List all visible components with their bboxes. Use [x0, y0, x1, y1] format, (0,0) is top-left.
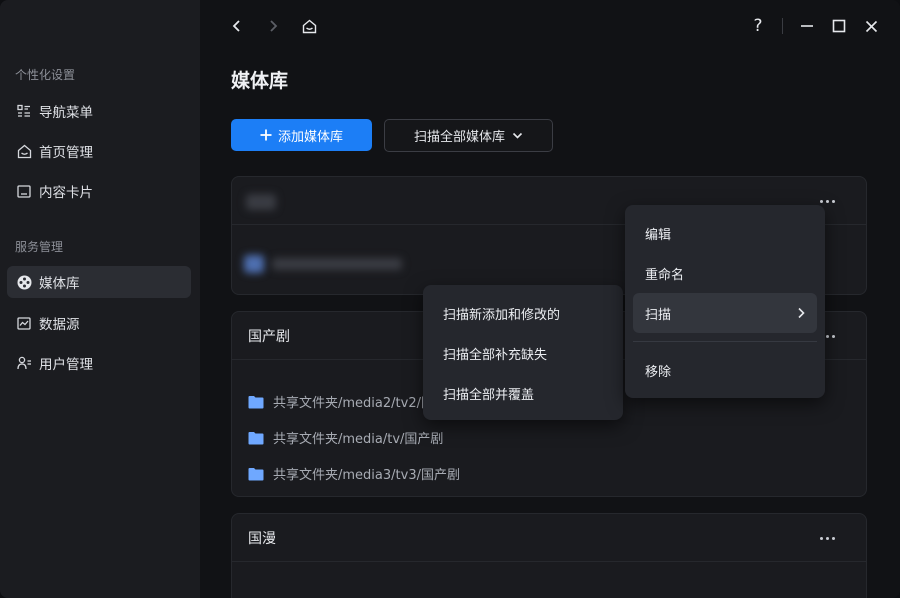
menu-item-edit[interactable]: 编辑 [633, 213, 817, 253]
sidebar-item-label: 媒体库 [39, 276, 80, 292]
folder-path: 共享文件夹/media3/tv3/国产剧 [273, 468, 460, 483]
media-library-card: 国漫 [231, 513, 867, 598]
folder-path-row: 共享文件夹/media3/tv3/国产剧 [248, 464, 460, 483]
folder-icon [248, 395, 264, 408]
submenu-item-scan-new-modified[interactable]: 扫描新添加和修改的 [431, 293, 615, 333]
card-icon [16, 183, 32, 199]
add-media-library-button[interactable]: 添加媒体库 [231, 119, 372, 151]
sidebar-item-data-source[interactable]: 数据源 [7, 307, 191, 339]
sidebar-item-label: 首页管理 [39, 145, 93, 161]
blurred-folder-path [272, 258, 402, 270]
minimize-icon [801, 25, 813, 27]
list-icon [16, 103, 32, 119]
card-title: 国产剧 [248, 328, 290, 345]
sidebar-item-user-management[interactable]: 用户管理 [7, 347, 191, 379]
folder-path-row: 共享文件夹/media/tv/国产剧 [248, 428, 443, 447]
submenu-item-scan-all-overwrite[interactable]: 扫描全部并覆盖 [431, 373, 615, 413]
scan-all-libraries-label: 扫描全部媒体库 [413, 130, 505, 145]
media-library-icon [16, 274, 32, 290]
sidebar-item-home-management[interactable]: 首页管理 [7, 135, 191, 167]
plus-icon [260, 129, 272, 141]
home-button[interactable] [297, 14, 321, 38]
close-icon [865, 20, 877, 32]
maximize-button[interactable] [827, 14, 851, 38]
menu-item-rename[interactable]: 重命名 [633, 253, 817, 293]
home-icon [16, 143, 32, 159]
main-content: ? 媒体库 添加媒体库 扫描全部媒体库 国产剧 共享文件夹/media2/tv2… [200, 0, 900, 598]
titlebar-divider [782, 18, 783, 34]
folder-path: 共享文件夹/media/tv/国产剧 [273, 432, 444, 447]
close-button[interactable] [859, 14, 883, 38]
sidebar-item-label: 导航菜单 [39, 105, 93, 121]
scan-submenu: 扫描新添加和修改的 扫描全部补充缺失 扫描全部并覆盖 [423, 285, 623, 420]
minimize-button[interactable] [795, 14, 819, 38]
back-button[interactable] [225, 14, 249, 38]
chevron-right-icon [270, 20, 278, 32]
menu-item-scan-label: 扫描 [645, 307, 672, 323]
sidebar-item-label: 内容卡片 [39, 185, 93, 201]
chevron-down-icon [512, 132, 523, 139]
page-title: 媒体库 [231, 70, 289, 92]
help-button[interactable]: ? [746, 14, 770, 38]
card-title: 国漫 [248, 530, 276, 547]
submenu-item-scan-all-fill-missing[interactable]: 扫描全部补充缺失 [431, 333, 615, 373]
maximize-icon [832, 19, 846, 33]
folder-icon [248, 467, 264, 480]
sidebar-item-media-library[interactable]: 媒体库 [7, 266, 191, 298]
home-icon [302, 19, 316, 33]
sidebar: 个性化设置 导航菜单 首页管理 内容卡片 服务管理 媒体库 数据源 用户管理 [0, 0, 200, 598]
forward-button[interactable] [261, 14, 285, 38]
card-header: 国漫 [232, 514, 866, 562]
context-menu: 编辑 重命名 扫描 移除 [625, 205, 825, 398]
sidebar-section-personalization: 个性化设置 [15, 68, 76, 82]
sidebar-item-content-cards[interactable]: 内容卡片 [7, 175, 191, 207]
blurred-card-title [246, 194, 276, 210]
chevron-left-icon [232, 20, 240, 32]
sidebar-item-label: 用户管理 [39, 357, 93, 373]
users-icon [16, 355, 32, 371]
add-media-library-label: 添加媒体库 [277, 129, 343, 145]
blurred-folder-icon [244, 255, 264, 273]
chart-icon [16, 315, 32, 331]
menu-separator [633, 341, 817, 342]
more-options-button[interactable] [816, 528, 838, 548]
scan-all-libraries-button[interactable]: 扫描全部媒体库 [384, 119, 553, 152]
menu-item-scan[interactable]: 扫描 [633, 293, 817, 333]
app-window: 个性化设置 导航菜单 首页管理 内容卡片 服务管理 媒体库 数据源 用户管理 ?… [0, 0, 900, 598]
chevron-right-icon [798, 307, 805, 319]
sidebar-item-navigation-menu[interactable]: 导航菜单 [7, 95, 191, 127]
sidebar-item-label: 数据源 [39, 317, 80, 333]
folder-icon [248, 431, 264, 444]
sidebar-section-services: 服务管理 [15, 240, 64, 254]
menu-item-remove[interactable]: 移除 [633, 350, 817, 390]
